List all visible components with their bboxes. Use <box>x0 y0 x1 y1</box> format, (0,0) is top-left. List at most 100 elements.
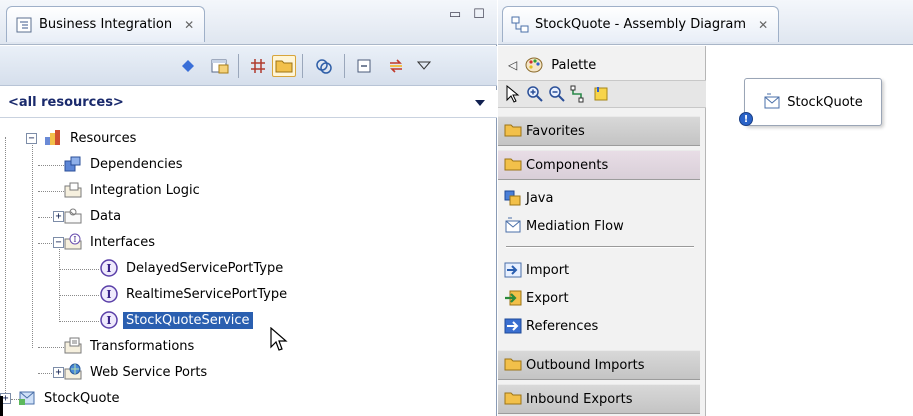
tree-item-label: Interfaces <box>90 234 155 250</box>
drawer-favorites[interactable]: Favorites <box>498 116 700 146</box>
tree-item-interfaces[interactable]: I Interfaces <box>64 230 158 254</box>
interfaces-folder-icon: I <box>64 233 82 251</box>
zoom-in-icon[interactable] <box>526 85 544 103</box>
tree-item-label: RealtimeServicePortType <box>126 286 288 302</box>
tree-item-delayed-service-port-type[interactable]: I DelayedServicePortType <box>100 256 286 280</box>
collapse-palette-icon[interactable]: ◁ <box>508 58 517 72</box>
palette-entry-import[interactable]: Import <box>498 256 700 284</box>
zoom-out-icon[interactable] <box>548 85 566 103</box>
palette-header[interactable]: ◁ Palette <box>498 52 706 78</box>
web-service-ports-icon <box>64 363 82 381</box>
diagram-canvas[interactable]: StockQuote ! <box>707 46 913 416</box>
data-folder-icon <box>64 207 82 225</box>
palette-tools <box>498 80 706 108</box>
tree-item-label: Resources <box>70 130 137 146</box>
drawer-label: Components <box>526 157 609 173</box>
view-title: Business Integration <box>39 17 173 32</box>
refresh-icon[interactable] <box>312 55 336 77</box>
tree-item-transformations[interactable]: Transformations <box>64 334 197 358</box>
svg-text:I: I <box>106 262 111 275</box>
palette-entry-mediation-flow[interactable]: Mediation Flow <box>498 212 700 240</box>
tree-item-data[interactable]: Data <box>64 204 124 228</box>
mouse-pointer-icon <box>270 326 288 357</box>
warning-badge-icon: ! <box>739 112 753 126</box>
minimize-icon[interactable]: ▭ <box>447 8 463 22</box>
palette-icon <box>525 56 543 74</box>
chevron-down-icon[interactable] <box>475 100 485 106</box>
drawer-label: Inbound Exports <box>526 391 633 407</box>
select-arrow-icon[interactable] <box>504 84 522 103</box>
view-menu-icon[interactable] <box>412 55 436 77</box>
palette-entry-label: Mediation Flow <box>526 218 624 234</box>
palette-entry-label: Java <box>526 190 554 206</box>
new-module-icon[interactable] <box>208 55 232 77</box>
sync-icon[interactable] <box>384 55 408 77</box>
tree-item-dependencies[interactable]: Dependencies <box>64 152 186 176</box>
business-integration-tab[interactable]: Business Integration ✕ <box>6 6 206 42</box>
tree-item-label: Transformations <box>90 338 195 354</box>
link-with-editor-icon[interactable] <box>176 55 200 77</box>
dependencies-icon <box>64 155 82 173</box>
resources-icon <box>44 129 62 147</box>
svg-text:I: I <box>73 235 76 244</box>
tree-item-web-service-ports[interactable]: Web Service Ports <box>64 360 210 384</box>
palette-entry-label: Import <box>526 262 570 278</box>
show-grid-icon[interactable] <box>246 55 270 77</box>
tree-item-label: Web Service Ports <box>90 364 208 380</box>
show-folders-icon[interactable] <box>272 55 296 77</box>
palette-separator <box>506 246 694 248</box>
tree-item-stock-quote[interactable]: StockQuote <box>18 386 123 410</box>
palette-entry-references[interactable]: References <box>498 312 700 340</box>
resource-tree: − Resources Dependencies Integration Log… <box>0 120 497 416</box>
import-icon <box>504 261 522 279</box>
tree-item-label: Dependencies <box>90 156 183 172</box>
tree-item-integration-logic[interactable]: Integration Logic <box>64 178 203 202</box>
tree-item-label: StockQuote <box>44 390 120 406</box>
collapse-icon[interactable]: − <box>26 133 37 144</box>
resource-filter-dropdown[interactable]: <all resources> <box>0 90 497 118</box>
folder-icon <box>504 390 522 408</box>
tree-item-label: StockQuoteService <box>123 311 253 329</box>
interface-icon: I <box>100 259 118 277</box>
note-tool-icon[interactable] <box>592 85 610 103</box>
palette-entry-label: Export <box>526 290 569 306</box>
references-icon <box>504 317 522 335</box>
mediation-flow-icon <box>504 217 522 235</box>
wire-tool-icon[interactable] <box>570 85 588 103</box>
assembly-diagram-editor: StockQuote - Assembly Diagram ✕ ◁ Palett… <box>498 0 913 416</box>
palette-entry-java[interactable]: Java <box>498 184 700 212</box>
folder-icon <box>504 356 522 374</box>
view-toolbar <box>0 46 497 86</box>
transformations-icon <box>64 337 82 355</box>
tree-item-resources[interactable]: Resources <box>44 126 139 150</box>
java-component-icon <box>504 189 522 207</box>
mediation-flow-icon <box>763 93 781 111</box>
palette-label: Palette <box>551 57 597 73</box>
tree-item-label: Integration Logic <box>90 182 200 198</box>
assembly-diagram-tab[interactable]: StockQuote - Assembly Diagram ✕ <box>502 6 780 42</box>
drawer-components[interactable]: Components <box>498 150 700 180</box>
palette-entry-export[interactable]: Export <box>498 284 700 312</box>
close-icon[interactable]: ✕ <box>184 18 194 32</box>
maximize-icon[interactable]: ☐ <box>471 8 487 22</box>
drawer-outbound-imports[interactable]: Outbound Imports <box>498 350 700 380</box>
module-icon <box>18 389 36 407</box>
tree-item-realtime-service-port-type[interactable]: I RealtimeServicePortType <box>100 282 290 306</box>
stock-quote-component[interactable]: StockQuote <box>744 78 882 126</box>
svg-text:I: I <box>106 288 111 301</box>
close-icon[interactable]: ✕ <box>758 18 768 32</box>
view-tab-bar: Business Integration ✕ ▭ ☐ <box>0 0 497 45</box>
folder-open-icon <box>504 156 522 174</box>
collapse-all-icon[interactable] <box>352 55 376 77</box>
business-integration-view: Business Integration ✕ ▭ ☐ <all resource… <box>0 0 497 416</box>
expand-icon[interactable]: + <box>53 211 64 222</box>
tree-item-stock-quote-service[interactable]: I StockQuoteService <box>100 308 253 332</box>
filter-value: <all resources> <box>8 95 124 110</box>
collapse-icon[interactable]: − <box>53 237 64 248</box>
expand-icon[interactable]: + <box>53 367 64 378</box>
drawer-inbound-exports[interactable]: Inbound Exports <box>498 384 700 414</box>
window-edge <box>0 396 3 416</box>
integration-logic-icon <box>64 181 82 199</box>
drawer-label: Outbound Imports <box>526 357 645 373</box>
interface-icon: I <box>100 311 118 329</box>
